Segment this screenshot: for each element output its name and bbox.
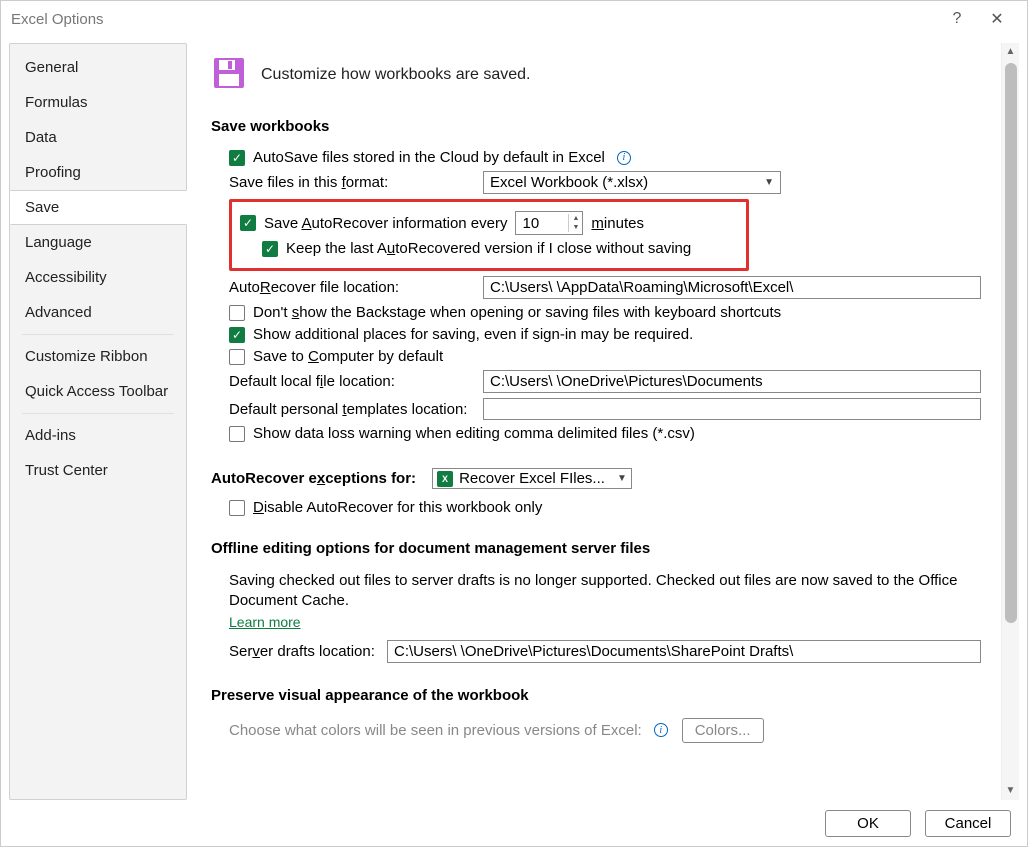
label-ar-location: AutoRecover file location:: [229, 279, 475, 296]
label-save-computer: Save to Computer by default: [253, 348, 443, 365]
page-description: Customize how workbooks are saved.: [261, 66, 530, 84]
sidebar-separator: [22, 413, 174, 414]
row-additional-places: ✓ Show additional places for saving, eve…: [211, 326, 995, 343]
row-ar-location: AutoRecover file location: C:\Users\ \Ap…: [211, 276, 995, 299]
button-colors[interactable]: Colors...: [682, 718, 764, 743]
close-icon[interactable]: ✕: [977, 9, 1017, 29]
info-icon[interactable]: i: [617, 151, 631, 165]
scroll-up-icon[interactable]: ▲: [1002, 43, 1019, 61]
spinner-arrows[interactable]: ▲▼: [568, 214, 582, 232]
highlight-autorecover-box: ✓ Save AutoRecover information every 10 …: [229, 199, 749, 271]
content-panel: Customize how workbooks are saved. Save …: [187, 43, 1001, 800]
sidebar-separator: [22, 334, 174, 335]
footer: OK Cancel: [1, 800, 1027, 846]
excel-options-window: Excel Options ? ✕ General Formulas Data …: [0, 0, 1028, 847]
label-preserve-colors: Choose what colors will be seen in previ…: [229, 722, 642, 739]
checkbox-csv-warning[interactable]: [229, 426, 245, 442]
label-keep-last: Keep the last AutoRecovered version if I…: [286, 240, 691, 257]
combo-save-format[interactable]: Excel Workbook (*.xlsx) ▼: [483, 171, 781, 194]
content-wrap: Customize how workbooks are saved. Save …: [187, 43, 1019, 800]
vertical-scrollbar[interactable]: ▲ ▼: [1001, 43, 1019, 800]
titlebar: Excel Options ? ✕: [1, 1, 1027, 37]
link-learn-more[interactable]: Learn more: [229, 614, 301, 630]
label-save-format: Save files in this format:: [229, 174, 475, 191]
sidebar-item-customize-ribbon[interactable]: Customize Ribbon: [10, 339, 186, 374]
chevron-down-icon: ▼: [764, 177, 774, 188]
label-autosave: AutoSave files stored in the Cloud by de…: [253, 149, 605, 166]
combo-ar-exceptions-workbook[interactable]: X Recover Excel FIles... ▼: [432, 468, 632, 489]
save-disk-icon: [211, 55, 247, 94]
label-default-templates: Default personal templates location:: [229, 401, 475, 418]
offline-note: Saving checked out files to server draft…: [211, 571, 971, 612]
sidebar-item-advanced[interactable]: Advanced: [10, 295, 186, 330]
cancel-button[interactable]: Cancel: [925, 810, 1011, 837]
checkbox-additional-places[interactable]: ✓: [229, 327, 245, 343]
row-server-drafts: Server drafts location: C:\Users\ \OneDr…: [211, 640, 995, 663]
sidebar-item-addins[interactable]: Add-ins: [10, 418, 186, 453]
row-default-templates: Default personal templates location:: [211, 398, 995, 420]
sidebar-item-data[interactable]: Data: [10, 120, 186, 155]
checkbox-keep-last[interactable]: ✓: [262, 241, 278, 257]
spinner-value: 10: [516, 215, 568, 232]
sidebar: General Formulas Data Proofing Save Lang…: [9, 43, 187, 800]
sidebar-item-accessibility[interactable]: Accessibility: [10, 260, 186, 295]
excel-file-icon: X: [437, 471, 453, 487]
scroll-thumb[interactable]: [1005, 63, 1017, 623]
info-icon[interactable]: i: [654, 723, 668, 737]
section-ar-exceptions: AutoRecover exceptions for:: [211, 470, 416, 487]
label-server-drafts: Server drafts location:: [229, 643, 379, 660]
label-autorecover: Save AutoRecover information every: [264, 215, 507, 232]
label-default-local: Default local file location:: [229, 373, 475, 390]
row-disable-ar: Disable AutoRecover for this workbook on…: [211, 499, 995, 516]
input-default-local[interactable]: C:\Users\ \OneDrive\Pictures\Documents: [483, 370, 981, 393]
row-save-computer: Save to Computer by default: [211, 348, 995, 365]
section-offline: Offline editing options for document man…: [211, 540, 995, 557]
row-save-format: Save files in this format: Excel Workboo…: [211, 171, 995, 194]
row-preserve-colors: Choose what colors will be seen in previ…: [211, 718, 995, 743]
sidebar-item-qat[interactable]: Quick Access Toolbar: [10, 374, 186, 409]
label-backstage: Don't show the Backstage when opening or…: [253, 304, 781, 321]
input-ar-location[interactable]: C:\Users\ \AppData\Roaming\Microsoft\Exc…: [483, 276, 981, 299]
spinner-autorecover-minutes[interactable]: 10 ▲▼: [515, 211, 583, 235]
label-additional-places: Show additional places for saving, even …: [253, 326, 693, 343]
row-default-local: Default local file location: C:\Users\ \…: [211, 370, 995, 393]
sidebar-item-trust-center[interactable]: Trust Center: [10, 453, 186, 488]
sidebar-item-proofing[interactable]: Proofing: [10, 155, 186, 190]
combo-ar-exceptions-value: Recover Excel FIles...: [459, 470, 605, 487]
scroll-down-icon[interactable]: ▼: [1002, 782, 1019, 800]
body: General Formulas Data Proofing Save Lang…: [1, 37, 1027, 800]
row-arex-header: AutoRecover exceptions for: X Recover Ex…: [211, 468, 995, 489]
input-default-templates[interactable]: [483, 398, 981, 420]
ok-button[interactable]: OK: [825, 810, 911, 837]
sidebar-item-language[interactable]: Language: [10, 225, 186, 260]
row-backstage: Don't show the Backstage when opening or…: [211, 304, 995, 321]
chevron-down-icon: ▼: [617, 473, 627, 484]
row-csv-warning: Show data loss warning when editing comm…: [211, 425, 995, 442]
checkbox-autorecover[interactable]: ✓: [240, 215, 256, 231]
row-keep-last: ✓ Keep the last AutoRecovered version if…: [240, 240, 738, 257]
checkbox-disable-ar[interactable]: [229, 500, 245, 516]
checkbox-save-computer[interactable]: [229, 349, 245, 365]
checkbox-autosave[interactable]: ✓: [229, 150, 245, 166]
label-csv-warning: Show data loss warning when editing comm…: [253, 425, 695, 442]
section-save-workbooks: Save workbooks: [211, 118, 995, 135]
sidebar-item-save[interactable]: Save: [10, 190, 187, 225]
page-header: Customize how workbooks are saved.: [211, 55, 995, 94]
label-disable-ar: Disable AutoRecover for this workbook on…: [253, 499, 542, 516]
help-icon[interactable]: ?: [937, 10, 977, 28]
row-autosave: ✓ AutoSave files stored in the Cloud by …: [211, 149, 995, 166]
input-server-drafts[interactable]: C:\Users\ \OneDrive\Pictures\Documents\S…: [387, 640, 981, 663]
section-preserve: Preserve visual appearance of the workbo…: [211, 687, 995, 704]
checkbox-backstage[interactable]: [229, 305, 245, 321]
sidebar-item-general[interactable]: General: [10, 50, 186, 85]
label-minutes: minutes: [591, 215, 644, 232]
sidebar-item-formulas[interactable]: Formulas: [10, 85, 186, 120]
combo-save-format-value: Excel Workbook (*.xlsx): [490, 174, 648, 191]
row-autorecover-every: ✓ Save AutoRecover information every 10 …: [240, 211, 738, 235]
window-title: Excel Options: [11, 11, 937, 28]
